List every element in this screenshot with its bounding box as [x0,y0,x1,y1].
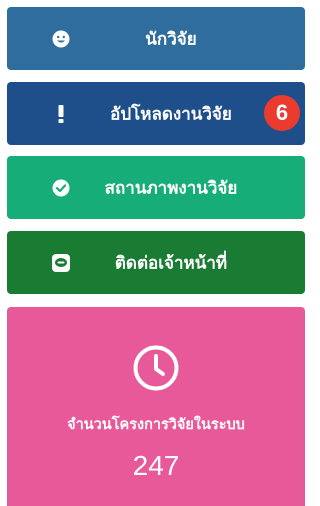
clock-icon [133,345,179,391]
contact-staff-label: ติดต่อเจ้าหน้าที่ [114,253,228,273]
contact-staff-button[interactable]: ติดต่อเจ้าหน้าที่ [7,231,305,294]
research-status-button[interactable]: สถานภาพงานวิจัย [7,156,305,219]
upload-research-label: อัปโหลดงานวิจัย [110,104,232,124]
project-count-value: 247 [132,450,180,481]
project-count-card: จำนวนโครงการวิจัยในระบบ 247 [7,307,305,506]
research-status-label: สถานภาพงานวิจัย [104,178,238,198]
notification-badge: 6 [264,95,300,131]
side-panel: นักวิจัย อัปโหลดงานวิจัย 6 สถานภาพงานวิจ… [0,0,305,506]
project-count-caption: จำนวนโครงการวิจัยในระบบ [67,417,245,433]
researcher-label: นักวิจัย [145,29,197,49]
researcher-button[interactable]: นักวิจัย [7,7,305,70]
upload-research-button[interactable]: อัปโหลดงานวิจัย [7,82,305,145]
